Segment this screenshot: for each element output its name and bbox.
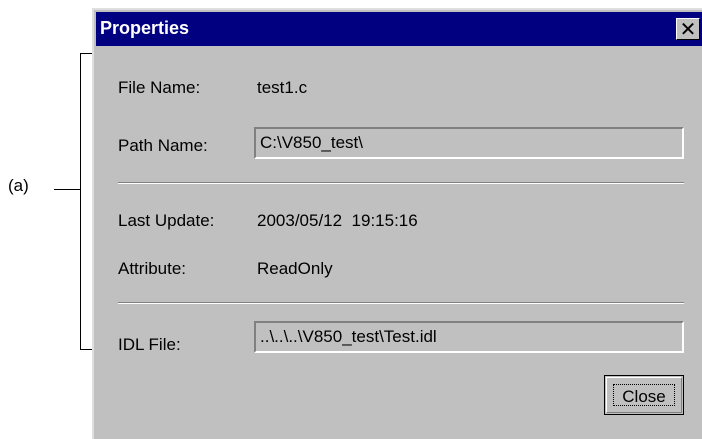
dialog-title: Properties <box>100 18 190 38</box>
close-button-label: Close <box>613 384 675 406</box>
close-button[interactable]: Close <box>604 375 684 415</box>
path-name-label: Path Name: <box>118 136 208 155</box>
title-bar[interactable]: Properties ✕ <box>96 12 702 46</box>
last-update-value: 2003/05/12 19:15:16 <box>257 211 418 230</box>
annotation-label: (a) <box>8 176 29 195</box>
attribute-value: ReadOnly <box>257 259 333 278</box>
attribute-label: Attribute: <box>118 259 187 278</box>
page: (a) Properties ✕ File Name: test1.c Path… <box>0 0 702 439</box>
separator <box>118 302 684 304</box>
file-name-label: File Name: <box>118 78 201 97</box>
separator <box>118 182 684 184</box>
idl-file-field[interactable]: ..\..\..\V850_test\Test.idl <box>254 321 684 353</box>
path-name-field[interactable]: C:\V850_test\ <box>254 127 684 159</box>
annotation-leader-line <box>54 189 80 190</box>
close-icon[interactable]: ✕ <box>676 18 700 40</box>
properties-dialog: Properties ✕ File Name: test1.c Path Nam… <box>92 8 702 439</box>
file-name-value: test1.c <box>257 78 308 97</box>
idl-file-label: IDL File: <box>118 335 181 354</box>
last-update-label: Last Update: <box>118 211 215 230</box>
close-button-bevel: Close <box>606 377 682 413</box>
